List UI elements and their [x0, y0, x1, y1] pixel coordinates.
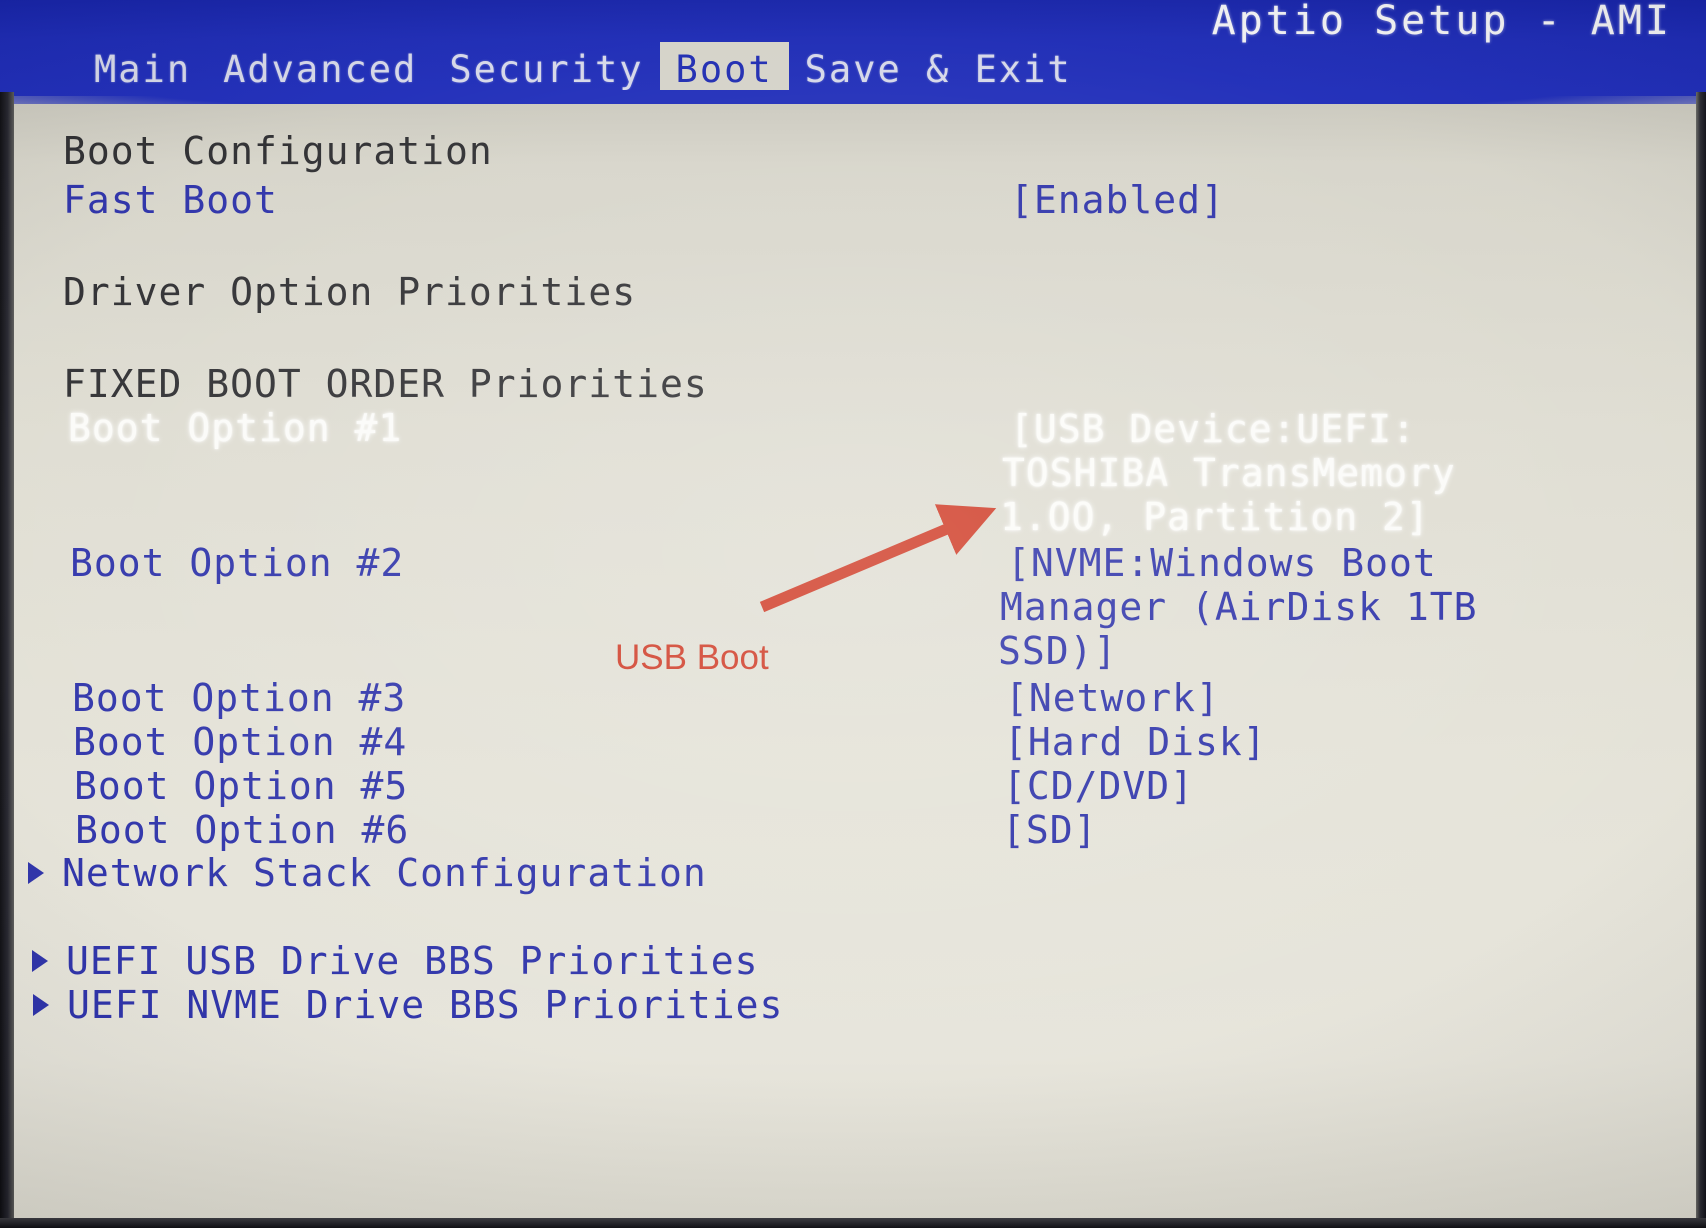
setting-value-fast-boot[interactable]: [Enabled]: [1010, 181, 1225, 219]
triangle-right-icon: [32, 949, 48, 972]
tab-advanced[interactable]: Advanced: [207, 42, 433, 101]
tab-security[interactable]: Security: [433, 42, 659, 101]
tab-boot[interactable]: Boot: [659, 42, 789, 96]
section-heading-fixed-boot-order: FIXED BOOT ORDER Priorities: [63, 362, 708, 406]
boot-option-6-label[interactable]: Boot Option #6: [75, 811, 409, 849]
menu-tab-bar[interactable]: Main Advanced Security Boot Save & Exit: [0, 42, 1706, 96]
boot-option-2-value-line2[interactable]: Manager (AirDisk 1TB: [1000, 588, 1478, 626]
submenu-uefi-usb-drive-bbs-priorities[interactable]: UEFI USB Drive BBS Priorities: [32, 942, 758, 980]
submenu-label: Network Stack Configuration: [62, 851, 707, 895]
app-title: Aptio Setup - AMI: [1211, 0, 1672, 44]
triangle-right-icon: [28, 861, 44, 884]
section-heading-boot-configuration: Boot Configuration: [63, 129, 493, 173]
boot-option-6-value[interactable]: [SD]: [1002, 811, 1098, 849]
boot-option-5-value[interactable]: [CD/DVD]: [1003, 767, 1194, 805]
boot-option-1-value-line2[interactable]: TOSHIBA TransMemory: [1002, 454, 1456, 492]
boot-option-3-label[interactable]: Boot Option #3: [72, 679, 406, 717]
triangle-right-icon: [33, 993, 49, 1016]
submenu-label: UEFI USB Drive BBS Priorities: [66, 939, 759, 983]
boot-option-2-label[interactable]: Boot Option #2: [70, 544, 404, 582]
boot-option-2-value-line3[interactable]: SSD)]: [998, 632, 1117, 670]
boot-option-5-label[interactable]: Boot Option #5: [74, 767, 408, 805]
submenu-network-stack-configuration[interactable]: Network Stack Configuration: [28, 854, 707, 892]
tab-main[interactable]: Main: [78, 42, 207, 101]
annotation-label: USB Boot: [615, 638, 769, 677]
boot-settings-panel: Boot Configuration Fast Boot [Enabled] D…: [0, 96, 1706, 1228]
setting-label-fast-boot[interactable]: Fast Boot: [63, 181, 278, 219]
submenu-uefi-nvme-drive-bbs-priorities[interactable]: UEFI NVME Drive BBS Priorities: [33, 986, 783, 1024]
monitor-bezel-bottom: [0, 1218, 1706, 1228]
bios-screen: Aptio Setup - AMI Main Advanced Security…: [0, 0, 1706, 1228]
boot-option-1-value-line1[interactable]: [USB Device:UEFI:: [1010, 410, 1416, 448]
tab-save-exit[interactable]: Save & Exit: [789, 42, 1088, 101]
boot-option-2-value-line1[interactable]: [NVME:Windows Boot: [1007, 544, 1437, 582]
monitor-bezel-left: [0, 92, 14, 1228]
boot-option-3-value[interactable]: [Network]: [1005, 679, 1220, 717]
bios-header-bar: Aptio Setup - AMI Main Advanced Security…: [0, 0, 1706, 104]
monitor-bezel-right: [1696, 92, 1706, 1228]
boot-option-1-value-line3[interactable]: 1.OO, Partition 2]: [1000, 498, 1430, 536]
submenu-label: UEFI NVME Drive BBS Priorities: [67, 983, 784, 1027]
boot-option-4-label[interactable]: Boot Option #4: [73, 723, 407, 761]
boot-option-4-value[interactable]: [Hard Disk]: [1004, 723, 1267, 761]
boot-option-1-label[interactable]: Boot Option #1: [68, 409, 402, 447]
section-heading-driver-option-priorities: Driver Option Priorities: [63, 270, 637, 314]
